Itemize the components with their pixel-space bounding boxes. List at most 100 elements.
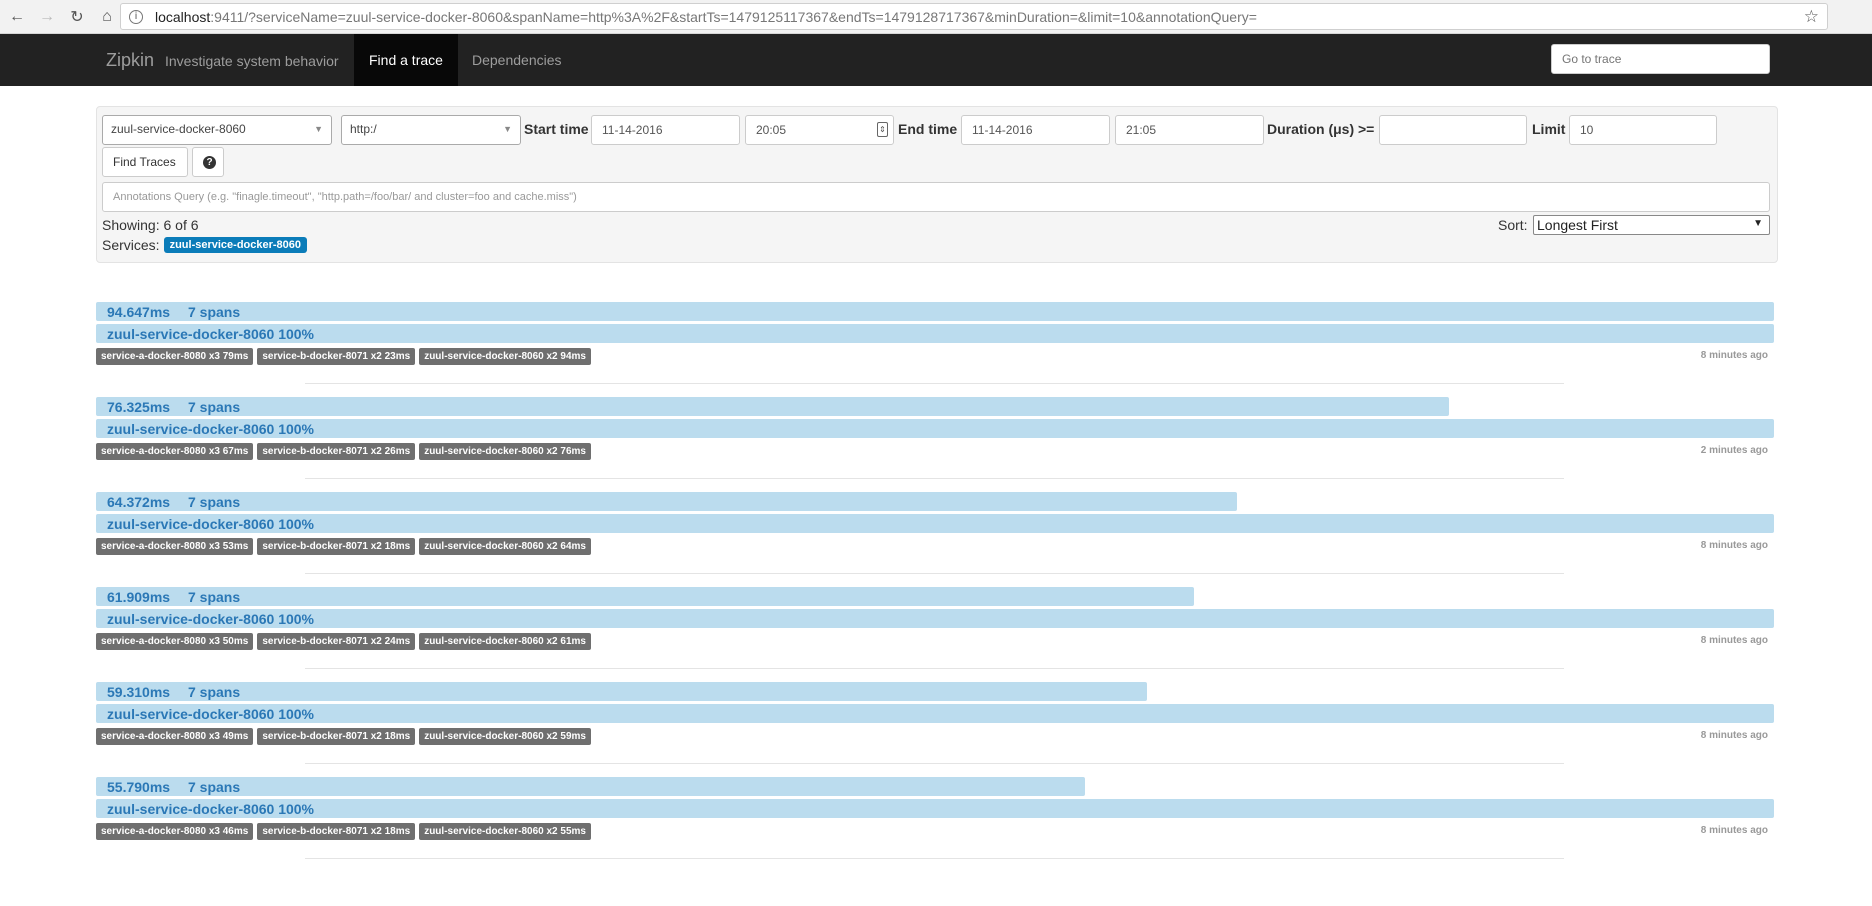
sort-label: Sort:	[1498, 217, 1528, 233]
trace-duration: 61.909ms	[107, 589, 171, 605]
end-date-input[interactable]: 11-14-2016	[961, 115, 1110, 145]
row-divider	[305, 858, 1564, 859]
service-duration-tag[interactable]: zuul-service-docker-8060 x2 76ms	[419, 443, 591, 460]
trace-service-percent: zuul-service-docker-8060 100%	[107, 421, 314, 437]
end-time-label: End time	[898, 121, 958, 137]
trace-duration-bar[interactable]: 59.310ms 7 spans	[96, 682, 1147, 701]
duration-label: Duration (μs) >=	[1267, 121, 1375, 137]
trace-row[interactable]: 64.372ms 7 spans zuul-service-docker-8060 …	[96, 492, 1774, 582]
find-traces-button[interactable]: Find Traces	[102, 147, 188, 177]
trace-service-tags: service-a-docker-8080 x3 79ms service-b-d…	[96, 348, 595, 365]
services-label: Services:	[102, 237, 160, 253]
row-divider	[305, 668, 1564, 669]
service-duration-tag[interactable]: zuul-service-docker-8060 x2 61ms	[419, 633, 591, 650]
annotations-query-input[interactable]: Annotations Query (e.g. "finagle.timeout…	[102, 182, 1770, 212]
trace-span-count: 7 spans	[188, 494, 241, 510]
time-spinner-icon[interactable]: ⇕	[877, 122, 888, 137]
chevron-down-icon: ▼	[503, 124, 512, 134]
url-path: :9411/?serviceName=zuul-service-docker-8…	[210, 8, 1257, 25]
results-count: Showing: 6 of 6	[102, 217, 199, 233]
service-duration-tag[interactable]: service-b-docker-8071 x2 18ms	[257, 823, 416, 840]
start-time-input[interactable]: 20:05 ⇕	[745, 115, 894, 145]
duration-input[interactable]	[1379, 115, 1527, 145]
trace-service-tags: service-a-docker-8080 x3 53ms service-b-d…	[96, 538, 595, 555]
trace-timestamp: 8 minutes ago	[1700, 635, 1768, 646]
tab-find-a-trace[interactable]: Find a trace	[354, 34, 458, 86]
start-date-input[interactable]: 11-14-2016	[591, 115, 740, 145]
service-duration-tag[interactable]: zuul-service-docker-8060 x2 64ms	[419, 538, 591, 555]
trace-row[interactable]: 61.909ms 7 spans zuul-service-docker-8060 …	[96, 587, 1774, 677]
trace-duration-bar[interactable]: 61.909ms 7 spans	[96, 587, 1194, 606]
service-duration-tag[interactable]: zuul-service-docker-8060 x2 94ms	[419, 348, 591, 365]
end-time-input[interactable]: 21:05	[1115, 115, 1264, 145]
forward-icon[interactable]: →	[34, 4, 60, 30]
service-duration-tag[interactable]: service-b-docker-8071 x2 24ms	[257, 633, 416, 650]
go-to-trace-input[interactable]	[1551, 44, 1770, 74]
service-duration-tag[interactable]: zuul-service-docker-8060 x2 59ms	[419, 728, 591, 745]
service-duration-tag[interactable]: service-b-docker-8071 x2 18ms	[257, 538, 416, 555]
back-icon[interactable]: ←	[4, 4, 30, 30]
trace-service-bar[interactable]: zuul-service-docker-8060 100%	[96, 799, 1774, 818]
brand-logo[interactable]: Zipkin	[106, 50, 154, 71]
reload-icon[interactable]: ↻	[64, 4, 90, 30]
trace-service-percent: zuul-service-docker-8060 100%	[107, 706, 314, 722]
trace-row[interactable]: 59.310ms 7 spans zuul-service-docker-8060 …	[96, 682, 1774, 772]
row-divider	[305, 763, 1564, 764]
trace-service-tags: service-a-docker-8080 x3 46ms service-b-d…	[96, 823, 595, 840]
trace-service-tags: service-a-docker-8080 x3 67ms service-b-d…	[96, 443, 595, 460]
trace-timestamp: 8 minutes ago	[1700, 350, 1768, 361]
service-select-value: zuul-service-docker-8060	[111, 122, 246, 136]
trace-service-percent: zuul-service-docker-8060 100%	[107, 326, 314, 342]
trace-service-bar[interactable]: zuul-service-docker-8060 100%	[96, 704, 1774, 723]
trace-span-count: 7 spans	[188, 684, 241, 700]
trace-duration-bar[interactable]: 55.790ms 7 spans	[96, 777, 1085, 796]
service-duration-tag[interactable]: service-b-docker-8071 x2 23ms	[257, 348, 416, 365]
service-select[interactable]: zuul-service-docker-8060 ▼	[102, 115, 332, 145]
sort-select-value: Longest First	[1537, 217, 1618, 233]
trace-span-count: 7 spans	[188, 589, 241, 605]
home-icon[interactable]: ⌂	[94, 4, 120, 30]
search-panel: zuul-service-docker-8060 ▼ http:/ ▼ Star…	[96, 106, 1778, 263]
trace-row[interactable]: 55.790ms 7 spans zuul-service-docker-8060 …	[96, 777, 1774, 867]
tab-dependencies[interactable]: Dependencies	[457, 34, 577, 86]
service-duration-tag[interactable]: service-a-docker-8080 x3 50ms	[96, 633, 254, 650]
trace-service-bar[interactable]: zuul-service-docker-8060 100%	[96, 609, 1774, 628]
service-duration-tag[interactable]: zuul-service-docker-8060 x2 55ms	[419, 823, 591, 840]
limit-input[interactable]: 10	[1569, 115, 1717, 145]
trace-service-bar[interactable]: zuul-service-docker-8060 100%	[96, 419, 1774, 438]
start-time-label: Start time	[524, 121, 589, 137]
service-duration-tag[interactable]: service-a-docker-8080 x3 49ms	[96, 728, 254, 745]
trace-row[interactable]: 94.647ms 7 spans zuul-service-docker-8060 …	[96, 302, 1774, 392]
trace-service-bar[interactable]: zuul-service-docker-8060 100%	[96, 514, 1774, 533]
service-duration-tag[interactable]: service-a-docker-8080 x3 53ms	[96, 538, 254, 555]
browser-toolbar: ← → ↻ ⌂ i localhost:9411/?serviceName=zu…	[0, 0, 1872, 34]
service-duration-tag[interactable]: service-a-docker-8080 x3 46ms	[96, 823, 254, 840]
app-navbar: Zipkin Investigate system behavior Find …	[0, 34, 1872, 86]
limit-label: Limit	[1532, 121, 1566, 137]
service-duration-tag[interactable]: service-b-docker-8071 x2 26ms	[257, 443, 416, 460]
trace-service-bar[interactable]: zuul-service-docker-8060 100%	[96, 324, 1774, 343]
trace-duration: 59.310ms	[107, 684, 171, 700]
chevron-down-icon: ▼	[314, 124, 323, 134]
sort-select[interactable]: Longest First ▼	[1533, 215, 1770, 235]
span-select[interactable]: http:/ ▼	[341, 115, 521, 145]
address-bar[interactable]: i localhost:9411/?serviceName=zuul-servi…	[120, 3, 1828, 30]
help-button[interactable]: ?	[192, 147, 224, 177]
trace-duration-bar[interactable]: 64.372ms 7 spans	[96, 492, 1237, 511]
question-circle-icon: ?	[203, 156, 216, 169]
service-badge[interactable]: zuul-service-docker-8060	[163, 237, 308, 253]
span-select-value: http:/	[350, 122, 377, 136]
service-duration-tag[interactable]: service-b-docker-8071 x2 18ms	[257, 728, 416, 745]
service-duration-tag[interactable]: service-a-docker-8080 x3 79ms	[96, 348, 254, 365]
trace-duration-bar[interactable]: 94.647ms 7 spans	[96, 302, 1774, 321]
trace-timestamp: 8 minutes ago	[1700, 730, 1768, 741]
trace-span-count: 7 spans	[188, 304, 241, 320]
trace-duration-bar[interactable]: 76.325ms 7 spans	[96, 397, 1449, 416]
service-duration-tag[interactable]: service-a-docker-8080 x3 67ms	[96, 443, 254, 460]
url-host: localhost	[155, 8, 211, 25]
info-icon[interactable]: i	[129, 9, 143, 24]
trace-span-count: 7 spans	[188, 399, 241, 415]
bookmark-star-icon[interactable]: ☆	[1804, 7, 1819, 27]
trace-service-tags: service-a-docker-8080 x3 50ms service-b-d…	[96, 633, 595, 650]
trace-row[interactable]: 76.325ms 7 spans zuul-service-docker-8060 …	[96, 397, 1774, 487]
